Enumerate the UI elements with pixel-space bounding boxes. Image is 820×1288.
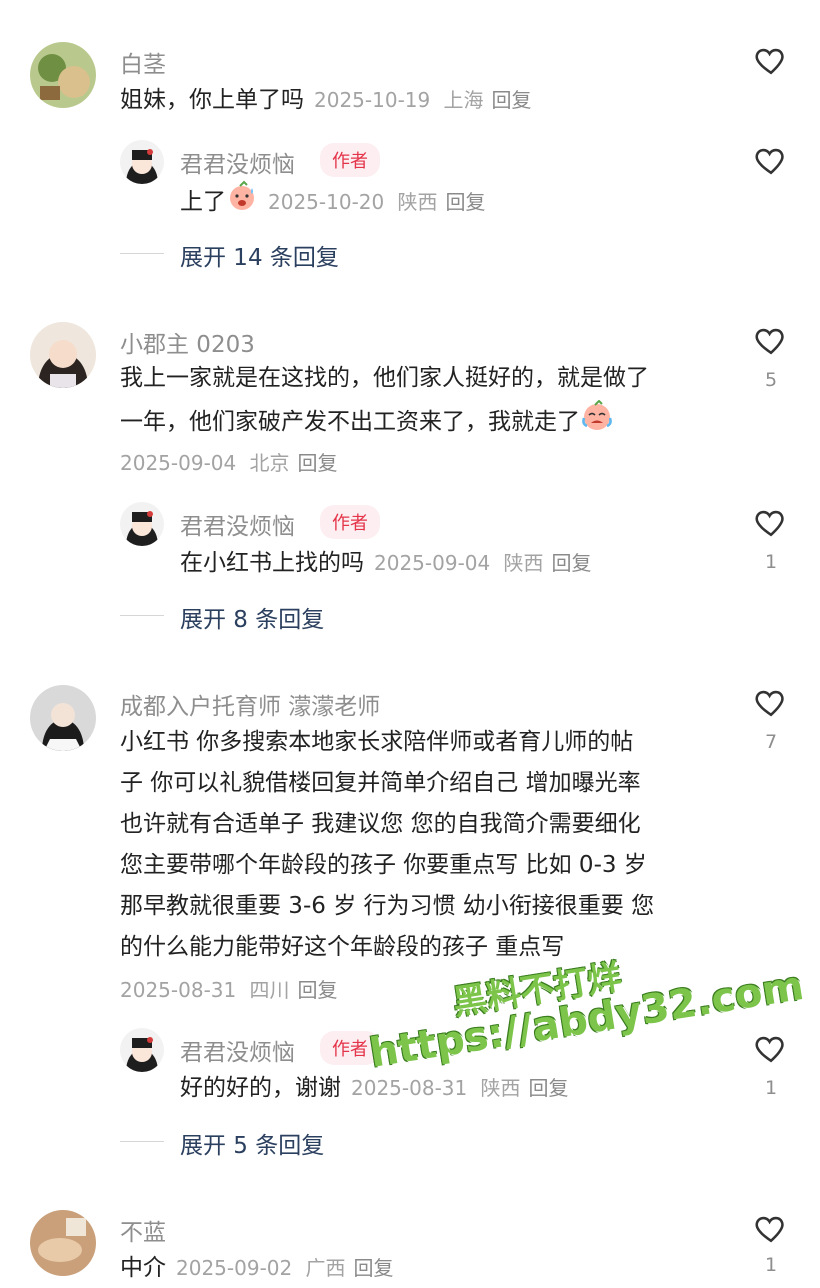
reply-button[interactable]: 回复	[298, 451, 338, 475]
reply-text: 上了 2025-10-20 陕西 回复	[180, 180, 486, 225]
like-count: 7	[764, 731, 778, 753]
author-avatar[interactable]	[120, 140, 164, 184]
comment-username[interactable]: 成都入户托育师 濛濛老师	[120, 687, 380, 721]
reply-body: 在小红书上找的吗	[180, 550, 364, 576]
comment-meta: 2025-09-04 北京 回复	[120, 443, 338, 483]
heart-icon[interactable]	[754, 43, 788, 77]
reply-date: 2025-09-04	[374, 551, 491, 575]
comment-text-line: 小红书 你多搜索本地家长求陪伴师或者育儿师的帖	[120, 729, 634, 755]
reply-location: 陕西	[503, 551, 544, 575]
like-count: 1	[764, 1254, 778, 1276]
comment-text-line: 您主要带哪个年龄段的孩子 你要重点写 比如 0-3 岁	[120, 852, 647, 878]
avatar[interactable]	[30, 685, 96, 751]
comment-location: 广西	[305, 1256, 346, 1280]
author-tag: 作者	[320, 505, 380, 539]
heart-icon[interactable]	[754, 143, 788, 177]
reply-button[interactable]: 回复	[354, 1256, 394, 1280]
expand-replies-button[interactable]: 展开 14 条回复	[180, 238, 339, 272]
avatar[interactable]	[30, 1210, 96, 1276]
comment-location: 四川	[249, 978, 290, 1002]
reply-text: 好的好的，谢谢 2025-08-31 陕西 回复	[180, 1068, 569, 1108]
reply-button[interactable]: 回复	[446, 190, 486, 214]
expand-replies-button[interactable]: 展开 8 条回复	[180, 600, 324, 634]
author-avatar[interactable]	[120, 502, 164, 546]
expand-replies-button[interactable]: 展开 5 条回复	[180, 1126, 324, 1160]
reply-button[interactable]: 回复	[529, 1076, 569, 1100]
reply-button[interactable]: 回复	[492, 88, 532, 112]
heart-icon[interactable]	[754, 1211, 788, 1245]
comment-text-line: 的什么能力能带好这个年龄段的孩子 重点写	[120, 934, 565, 960]
reply-username[interactable]: 君君没烦恼	[180, 145, 295, 179]
comment-username[interactable]: 白茎	[120, 45, 166, 79]
heart-icon[interactable]	[754, 685, 788, 719]
comment-text-line: 子 你可以礼貌借楼回复并简单介绍自己 增加曝光率	[120, 770, 641, 796]
heart-icon[interactable]	[754, 505, 788, 539]
comment-date: 2025-09-04	[120, 451, 237, 475]
comment-text: 姐妹，你上单了吗 2025-10-19 上海 回复	[120, 80, 532, 120]
reply-location: 陕西	[397, 190, 438, 214]
reply-date: 2025-08-31	[351, 1076, 468, 1100]
comment-text-line: 也许就有合适单子 我建议您 您的自我简介需要细化	[120, 811, 641, 837]
watermark-line2: https://abdy32.com	[366, 962, 807, 1077]
reply-body: 上了	[180, 189, 226, 215]
reply-date: 2025-10-20	[268, 190, 385, 214]
crying-face-emoji-icon	[580, 399, 614, 445]
comment-date: 2025-08-31	[120, 978, 237, 1002]
reply-username[interactable]: 君君没烦恼	[180, 507, 295, 541]
divider	[120, 615, 164, 616]
comment-username[interactable]: 小郡主 0203	[120, 325, 255, 359]
author-tag: 作者	[320, 1031, 380, 1065]
divider	[120, 253, 164, 254]
reply-button[interactable]: 回复	[552, 551, 592, 575]
reply-body: 好的好的，谢谢	[180, 1075, 341, 1101]
heart-icon[interactable]	[754, 323, 788, 357]
comment-body: 姐妹，你上单了吗	[120, 87, 304, 113]
reply-username[interactable]: 君君没烦恼	[180, 1033, 295, 1067]
like-count: 1	[764, 1077, 778, 1099]
comment-meta: 2025-08-31 四川 回复	[120, 970, 338, 1010]
author-avatar[interactable]	[120, 1028, 164, 1072]
reply-location: 陕西	[480, 1076, 521, 1100]
comment-text-line: 我上一家就是在这找的，他们家人挺好的，就是做了	[120, 365, 649, 391]
reply-text: 在小红书上找的吗 2025-09-04 陕西 回复	[180, 543, 592, 583]
reply-button[interactable]: 回复	[298, 978, 338, 1002]
comment-date: 2025-09-02	[176, 1256, 293, 1280]
comment-text-line: 一年，他们家破产发不出工资来了，我就走了	[120, 399, 614, 445]
comment-body: 一年，他们家破产发不出工资来了，我就走了	[120, 409, 580, 435]
like-count: 5	[764, 369, 778, 391]
comment-location: 上海	[443, 88, 484, 112]
avatar[interactable]	[30, 42, 96, 108]
author-tag: 作者	[320, 143, 380, 177]
comment-username[interactable]: 不蓝	[120, 1213, 166, 1247]
comment-date: 2025-10-19	[314, 88, 431, 112]
divider	[120, 1141, 164, 1142]
heart-icon[interactable]	[754, 1031, 788, 1065]
sweat-smile-emoji-icon	[226, 180, 258, 225]
comment-location: 北京	[249, 451, 290, 475]
like-count: 1	[764, 551, 778, 573]
comment-text: 中介 2025-09-02 广西 回复	[120, 1248, 394, 1288]
comment-body: 中介	[120, 1255, 166, 1281]
comment-text-line: 那早教就很重要 3-6 岁 行为习惯 幼小衔接很重要 您	[120, 893, 655, 919]
avatar[interactable]	[30, 322, 96, 388]
